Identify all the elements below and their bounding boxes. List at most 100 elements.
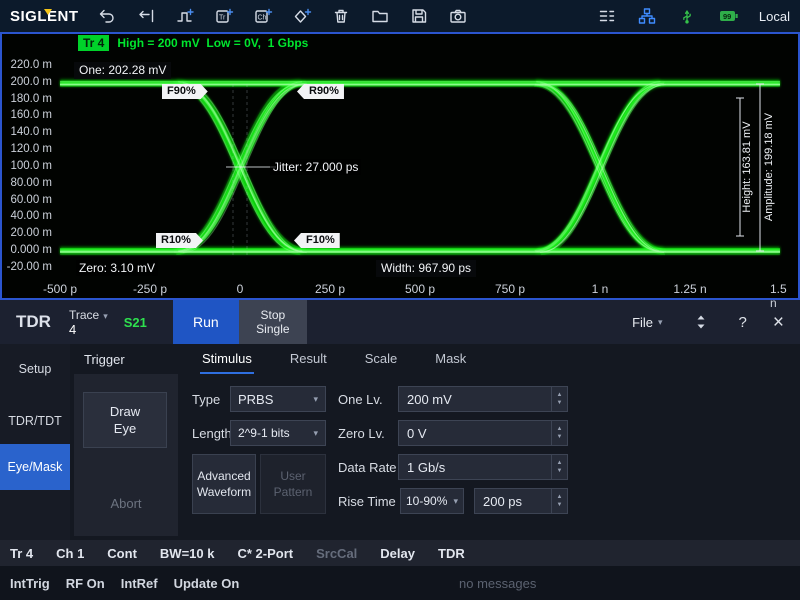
zero-level-readout: Zero: 3.10 mV bbox=[76, 260, 158, 276]
y-axis-label: 0.000 m bbox=[0, 244, 52, 256]
x-axis-label: 1 n bbox=[592, 282, 609, 296]
status-item[interactable]: SrcCal bbox=[316, 546, 357, 561]
top-toolbar: SIGLENT Tr Ch bbox=[0, 0, 800, 32]
data-rate-input[interactable]: 1 Gb/s ▲▼ bbox=[398, 454, 568, 480]
tab-result[interactable]: Result bbox=[288, 344, 329, 374]
advanced-label: Advanced bbox=[197, 468, 250, 484]
status-item[interactable]: C* 2-Port bbox=[237, 546, 293, 561]
svg-text:Ch: Ch bbox=[257, 15, 266, 22]
menu-icon[interactable] bbox=[595, 4, 619, 28]
trace-badge[interactable]: Tr 4 bbox=[78, 35, 109, 51]
status-item[interactable]: Ch 1 bbox=[56, 546, 84, 561]
screenshot-icon[interactable] bbox=[446, 4, 470, 28]
f90-marker: F90% bbox=[162, 84, 208, 99]
help-icon[interactable]: ? bbox=[739, 314, 747, 331]
zero-level-input[interactable]: 0 V ▲▼ bbox=[398, 420, 568, 446]
one-level-value: 200 mV bbox=[407, 392, 452, 407]
run-button[interactable]: Run bbox=[173, 300, 239, 344]
draw-label: Draw bbox=[110, 403, 140, 420]
tab-scale[interactable]: Scale bbox=[363, 344, 400, 374]
battery-icon[interactable]: 99 bbox=[715, 4, 743, 28]
y-axis-label: 80.00 m bbox=[0, 177, 52, 189]
stop-label: Stop bbox=[261, 308, 286, 322]
trigger-tab[interactable]: Trigger bbox=[84, 352, 125, 367]
one-level-stepper[interactable]: ▲▼ bbox=[551, 387, 567, 411]
x-axis-label: 250 p bbox=[315, 282, 345, 296]
x-axis-label: 1.25 n bbox=[673, 282, 706, 296]
eye-diagram-plot[interactable]: 220.0 m200.0 m180.0 m160.0 m140.0 m120.0… bbox=[0, 32, 800, 300]
file-menu[interactable]: File ▾ bbox=[632, 315, 662, 330]
stop-single-button[interactable]: Stop Single bbox=[239, 300, 307, 344]
trace-selector-dropdown[interactable]: Trace▾ 4 bbox=[69, 308, 108, 337]
status-item[interactable]: Cont bbox=[107, 546, 137, 561]
zero-level-stepper[interactable]: ▲▼ bbox=[551, 421, 567, 445]
y-axis-label: 60.00 m bbox=[0, 194, 52, 206]
rise-time-stepper[interactable]: ▲▼ bbox=[551, 489, 567, 513]
length-dropdown[interactable]: 2^9-1 bits ▾ bbox=[230, 420, 326, 446]
footer-status-item: RF On bbox=[66, 576, 105, 591]
panel-header: TDR Trace▾ 4 S21 Run Stop Single File ▾ … bbox=[0, 300, 800, 344]
chevron-down-icon: ▾ bbox=[453, 496, 458, 507]
x-axis-label: 1.5 n bbox=[770, 282, 790, 310]
tab-mask[interactable]: Mask bbox=[433, 344, 468, 374]
trigger-panel: Draw Eye Abort bbox=[74, 374, 178, 536]
data-rate-stepper[interactable]: ▲▼ bbox=[551, 455, 567, 479]
one-level-input[interactable]: 200 mV ▲▼ bbox=[398, 386, 568, 412]
system-status-bar: IntTrigRF OnIntRefUpdate On no messages bbox=[0, 566, 800, 600]
status-item[interactable]: Delay bbox=[380, 546, 415, 561]
chevron-down-icon: ▾ bbox=[103, 311, 108, 321]
chevron-down-icon: ▾ bbox=[658, 317, 663, 328]
eye-label: Eye bbox=[114, 420, 136, 437]
sidebar-item-eye-mask[interactable]: Eye/Mask bbox=[0, 444, 70, 490]
recall-icon[interactable] bbox=[134, 4, 158, 28]
status-item[interactable]: BW=10 k bbox=[160, 546, 215, 561]
network-icon[interactable] bbox=[635, 4, 659, 28]
one-level-label: One Lv. bbox=[338, 392, 383, 407]
advanced-waveform-button[interactable]: Advanced Waveform bbox=[192, 454, 256, 514]
svg-text:99: 99 bbox=[723, 12, 731, 21]
delete-icon[interactable] bbox=[329, 4, 353, 28]
x-axis-label: 500 p bbox=[405, 282, 435, 296]
user-pattern-button[interactable]: User Pattern bbox=[260, 454, 326, 514]
sparam-indicator[interactable]: S21 bbox=[124, 315, 147, 330]
rise-time-range-dropdown[interactable]: 10-90% ▾ bbox=[400, 488, 464, 514]
folder-icon[interactable] bbox=[368, 4, 392, 28]
panel-header-right: File ▾ ? × bbox=[632, 310, 784, 334]
add-step-signal-icon[interactable] bbox=[173, 4, 197, 28]
footer-status-item: IntTrig bbox=[10, 576, 50, 591]
usb-icon[interactable] bbox=[675, 4, 699, 28]
y-axis-label: 200.0 m bbox=[0, 76, 52, 88]
toolbar-icon-group: Tr Ch bbox=[95, 4, 470, 28]
local-remote-toggle[interactable]: Local bbox=[759, 9, 790, 24]
settings-tabs: Stimulus Result Scale Mask bbox=[182, 344, 800, 374]
close-icon[interactable]: × bbox=[773, 313, 784, 332]
f10-marker: F10% bbox=[294, 233, 340, 248]
type-dropdown[interactable]: PRBS ▾ bbox=[230, 386, 326, 412]
undo-icon[interactable] bbox=[95, 4, 119, 28]
rise-time-input[interactable]: 200 ps ▲▼ bbox=[474, 488, 568, 514]
message-area: no messages bbox=[459, 576, 536, 591]
sidebar-item-tdr-tdt[interactable]: TDR/TDT bbox=[0, 406, 70, 436]
zero-level-value: 0 V bbox=[407, 426, 427, 441]
eye-trace-layer bbox=[60, 81, 780, 254]
expand-collapse-icon[interactable] bbox=[689, 310, 713, 334]
abort-button[interactable]: Abort bbox=[74, 496, 178, 511]
chevron-down-icon: ▾ bbox=[313, 394, 318, 405]
control-panel: TDR Trace▾ 4 S21 Run Stop Single File ▾ … bbox=[0, 300, 800, 540]
add-trace-icon[interactable]: Tr bbox=[212, 4, 236, 28]
draw-eye-button[interactable]: Draw Eye bbox=[83, 392, 167, 448]
sidebar-item-setup[interactable]: Setup bbox=[0, 354, 70, 384]
length-label: Length bbox=[192, 426, 232, 441]
tab-stimulus[interactable]: Stimulus bbox=[200, 344, 254, 374]
save-icon[interactable] bbox=[407, 4, 431, 28]
r90-marker: R90% bbox=[297, 84, 344, 99]
add-channel-icon[interactable]: Ch bbox=[251, 4, 275, 28]
add-marker-icon[interactable] bbox=[290, 4, 314, 28]
channel-status-bar: Tr 4 Ch 1 Cont BW=10 k C* 2-Port SrcCal Delay T… bbox=[0, 540, 800, 566]
trace-selector-label: Trace bbox=[69, 308, 99, 322]
eye-trace-layer bbox=[60, 80, 780, 254]
type-label: Type bbox=[192, 392, 220, 407]
status-item[interactable]: Tr 4 bbox=[10, 546, 33, 561]
x-axis-label: -500 p bbox=[43, 282, 77, 296]
status-item[interactable]: TDR bbox=[438, 546, 465, 561]
